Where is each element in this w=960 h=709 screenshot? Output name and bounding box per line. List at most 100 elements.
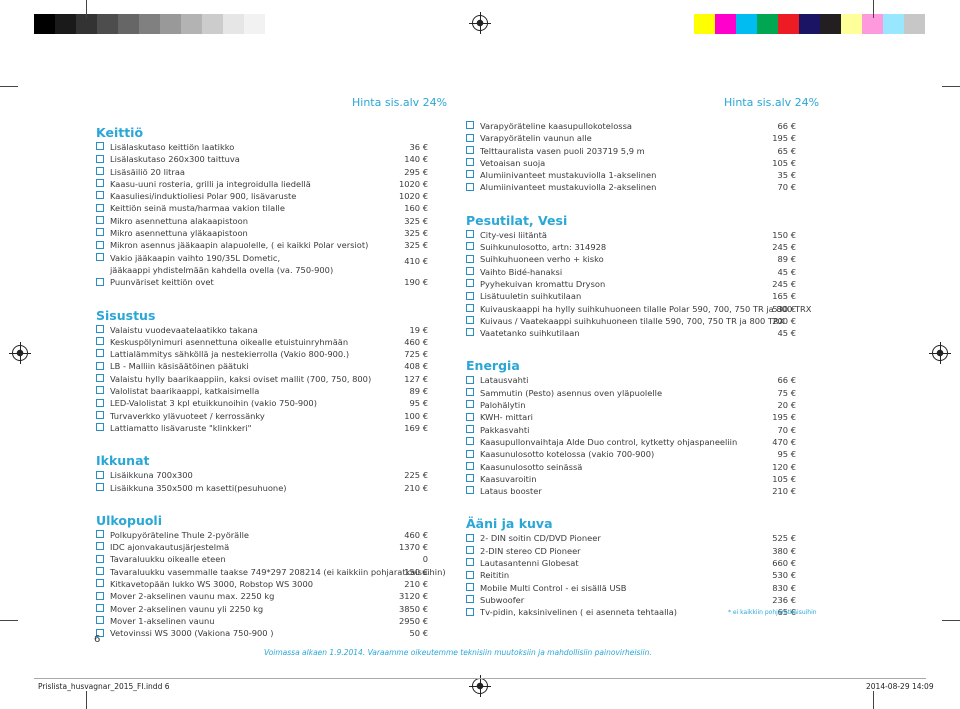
option-row: Keittiön seinä musta/harmaa vakion tilal…: [96, 202, 428, 214]
right-price-column: Varapyöräteline kaasupullokotelossa 66 € V…: [466, 120, 811, 619]
option-checkbox[interactable]: [96, 216, 104, 225]
option-checkbox[interactable]: [466, 412, 474, 421]
option-row: Keskuspölynimuri asennettuna oikealle et…: [96, 336, 428, 348]
option-checkbox[interactable]: [466, 182, 474, 191]
option-checkbox[interactable]: [466, 266, 474, 275]
option-checkbox[interactable]: [96, 154, 104, 163]
option-price: 725 €: [404, 349, 428, 360]
option-checkbox[interactable]: [96, 398, 104, 407]
option-checkbox[interactable]: [96, 349, 104, 358]
option-checkbox[interactable]: [466, 316, 474, 325]
option-price: 160 €: [404, 203, 428, 214]
option-checkbox[interactable]: [96, 579, 104, 588]
option-checkbox[interactable]: [466, 437, 474, 446]
option-checkbox[interactable]: [466, 570, 474, 579]
option-label: Kaasupullonvaihtaja Alde Duo control, ky…: [480, 436, 738, 447]
grey-swatch: [55, 14, 76, 34]
grey-swatch: [139, 14, 160, 34]
option-checkbox[interactable]: [96, 542, 104, 551]
option-checkbox[interactable]: [466, 449, 474, 458]
option-row: Mover 2-akselinen vaunu max. 2250 kg 3120…: [96, 590, 428, 602]
option-label: Vaatetanko suihkutilaan: [480, 328, 580, 339]
option-checkbox[interactable]: [466, 388, 474, 397]
option-checkbox[interactable]: [466, 328, 474, 337]
option-row: Lisälaskutaso 260x300 taittuva 140 €: [96, 153, 428, 165]
option-price: 19 €: [409, 324, 428, 335]
option-row: Lataus booster 210 €: [466, 485, 796, 497]
option-checkbox[interactable]: [96, 603, 104, 612]
colour-swatch: [799, 14, 820, 34]
option-checkbox[interactable]: [96, 203, 104, 212]
option-checkbox[interactable]: [96, 386, 104, 395]
option-checkbox[interactable]: [466, 375, 474, 384]
option-checkbox[interactable]: [466, 279, 474, 288]
option-label: Sammutin (Pesto) asennus oven yläpuolell…: [480, 387, 663, 398]
option-row: Kaasunulosotto seinässä 120 €: [466, 461, 796, 473]
option-checkbox[interactable]: [466, 400, 474, 409]
option-checkbox[interactable]: [96, 482, 104, 491]
option-label: Reititin: [480, 570, 510, 581]
option-row: Subwoofer 236 €: [466, 594, 796, 606]
option-checkbox[interactable]: [466, 254, 474, 263]
option-checkbox[interactable]: [466, 230, 474, 239]
option-row: Lisäikkuna 700x300 225 €: [96, 469, 428, 481]
option-checkbox[interactable]: [466, 242, 474, 251]
option-checkbox[interactable]: [96, 423, 104, 432]
option-label: Kaasunulosotto kotelossa (vakio 700-900): [480, 449, 655, 460]
option-checkbox[interactable]: [96, 166, 104, 175]
crop-mark: [942, 620, 960, 621]
option-row: LED-Valolistat 3 kpl etuikkunoihin (vaki…: [96, 397, 428, 409]
option-checkbox[interactable]: [96, 470, 104, 479]
grey-swatch: [202, 14, 223, 34]
option-price: 150 €: [772, 229, 796, 240]
option-checkbox[interactable]: [466, 582, 474, 591]
option-checkbox[interactable]: [96, 337, 104, 346]
option-label-continued: jääkaappi yhdistelmään kahdella ovella (…: [110, 264, 334, 275]
option-checkbox[interactable]: [466, 170, 474, 179]
option-checkbox[interactable]: [96, 252, 104, 261]
grey-swatch: [223, 14, 244, 34]
option-price: 105 €: [772, 473, 796, 484]
option-checkbox[interactable]: [466, 546, 474, 555]
option-checkbox[interactable]: [466, 424, 474, 433]
price-hint-right: Hinta sis.alv 24%: [724, 96, 820, 109]
option-checkbox[interactable]: [96, 410, 104, 419]
option-price: 3850 €: [398, 603, 428, 614]
option-checkbox[interactable]: [96, 591, 104, 600]
option-label: Turvaverkko ylävuoteet / kerrossänky: [110, 410, 265, 421]
option-checkbox[interactable]: [466, 121, 474, 130]
option-checkbox[interactable]: [466, 474, 474, 483]
option-checkbox[interactable]: [96, 179, 104, 188]
option-checkbox[interactable]: [466, 145, 474, 154]
option-price: 210 €: [772, 486, 796, 497]
option-checkbox[interactable]: [466, 533, 474, 542]
option-checkbox[interactable]: [466, 133, 474, 142]
option-checkbox[interactable]: [466, 486, 474, 495]
option-checkbox[interactable]: [466, 595, 474, 604]
option-checkbox[interactable]: [466, 303, 474, 312]
option-checkbox[interactable]: [96, 361, 104, 370]
option-label: 2- DIN soitin CD/DVD Pioneer: [480, 533, 601, 544]
option-checkbox[interactable]: [96, 240, 104, 249]
option-checkbox[interactable]: [466, 158, 474, 167]
option-checkbox[interactable]: [96, 530, 104, 539]
option-label: Kuivauskaappi ha hylly suihkuhuoneen til…: [480, 303, 812, 314]
option-row: Polkupyöräteline Thule 2-pyörälle 460 €: [96, 529, 428, 541]
option-checkbox[interactable]: [466, 558, 474, 567]
option-label: Mikro asennettuna alakaapistoon: [110, 215, 248, 226]
option-label: Mobile Multi Control - ei sisällä USB: [480, 582, 627, 593]
option-checkbox[interactable]: [96, 191, 104, 200]
option-checkbox[interactable]: [96, 554, 104, 563]
option-checkbox[interactable]: [466, 461, 474, 470]
option-checkbox[interactable]: [96, 142, 104, 151]
option-checkbox[interactable]: [96, 228, 104, 237]
option-price: 35 €: [777, 170, 796, 181]
option-checkbox[interactable]: [96, 277, 104, 286]
option-checkbox[interactable]: [466, 607, 474, 616]
option-label: Polkupyöräteline Thule 2-pyörälle: [110, 529, 249, 540]
option-checkbox[interactable]: [96, 324, 104, 333]
option-checkbox[interactable]: [96, 616, 104, 625]
option-checkbox[interactable]: [466, 291, 474, 300]
option-checkbox[interactable]: [96, 567, 104, 576]
option-checkbox[interactable]: [96, 374, 104, 383]
